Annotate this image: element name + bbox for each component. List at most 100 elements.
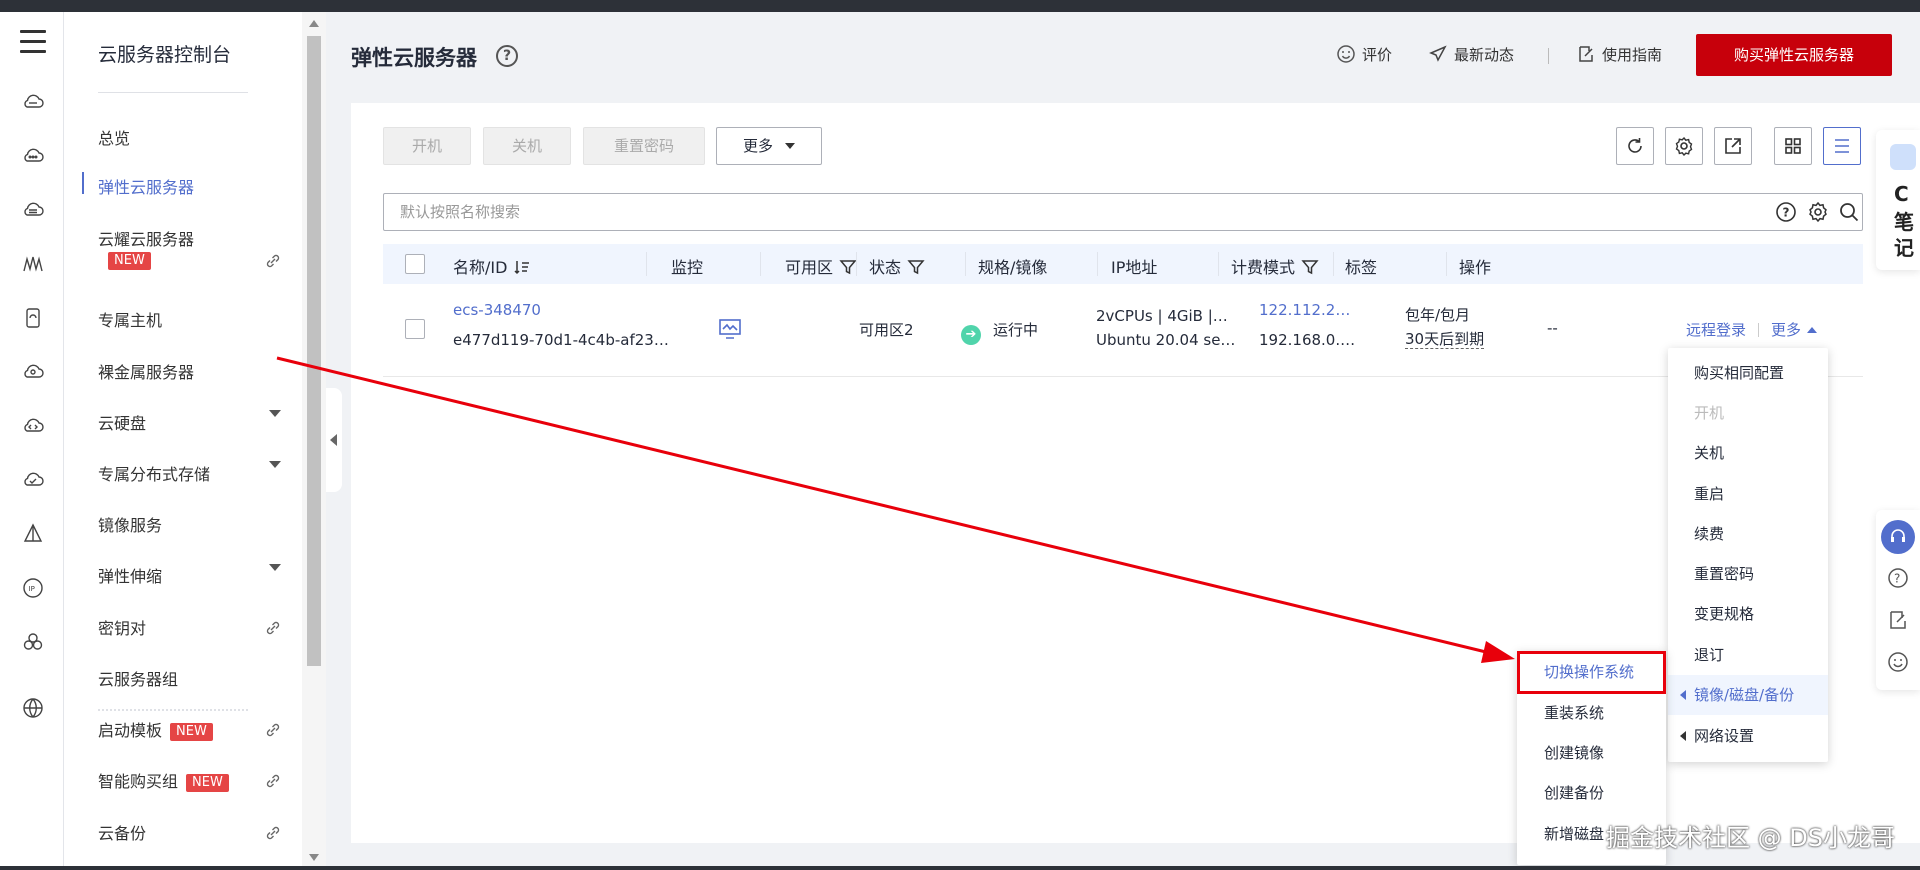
cloud-server-icon[interactable]: [21, 90, 45, 114]
feedback-icon[interactable]: [1886, 608, 1910, 632]
guide-link[interactable]: 使用指南: [1576, 44, 1662, 65]
monitor-icon[interactable]: [718, 318, 742, 340]
cloud-lines-icon[interactable]: [21, 198, 45, 222]
menu-item-unsubscribe[interactable]: 退订: [1668, 635, 1828, 675]
chevron-down-icon[interactable]: [269, 461, 281, 468]
menu-item-buy-same[interactable]: 购买相同配置: [1668, 353, 1828, 393]
column-header-status[interactable]: 状态: [869, 254, 925, 278]
column-divider: [646, 252, 647, 276]
list-view-button[interactable]: [1823, 127, 1861, 165]
operations-cell: 远程登录 更多: [1686, 319, 1818, 340]
remote-login-link[interactable]: 远程登录: [1686, 321, 1746, 339]
sort-icon[interactable]: [513, 258, 531, 276]
search-icon[interactable]: [1838, 201, 1860, 223]
row-checkbox[interactable]: [405, 319, 425, 339]
headset-icon: [1891, 529, 1905, 542]
smile-icon[interactable]: [1886, 650, 1910, 674]
cloud-arrows-icon[interactable]: [21, 414, 45, 438]
customer-service-button[interactable]: [1881, 520, 1915, 554]
external-link-icon[interactable]: [264, 721, 282, 739]
grid-view-button[interactable]: [1774, 127, 1812, 165]
cloud-dots-icon[interactable]: [21, 144, 45, 168]
notes-float-panel[interactable]: C 笔 记: [1876, 130, 1920, 270]
external-link-icon[interactable]: [264, 252, 282, 270]
collapse-nav-button[interactable]: [326, 388, 342, 492]
chevron-down-icon[interactable]: [269, 564, 281, 571]
column-header-zone[interactable]: 可用区: [785, 254, 857, 278]
external-link-icon[interactable]: [264, 619, 282, 637]
filter-icon[interactable]: [839, 258, 857, 276]
storage-icon[interactable]: [21, 306, 45, 330]
globe-icon[interactable]: [21, 696, 45, 720]
private-ip: 192.168.0.…: [1259, 331, 1356, 349]
nav-item-evs[interactable]: 云硬盘: [98, 410, 146, 434]
nav-item-overview[interactable]: 总览: [98, 125, 130, 149]
cloud-check-icon[interactable]: [21, 468, 45, 492]
nav-item-server-group[interactable]: 云服务器组: [98, 666, 178, 690]
filter-icon[interactable]: [907, 258, 925, 276]
export-icon: [1725, 138, 1741, 154]
column-header-name[interactable]: 名称/ID: [453, 254, 531, 278]
menu-item-change-spec[interactable]: 变更规格: [1668, 594, 1828, 634]
buy-ecs-button[interactable]: 购买弹性云服务器: [1696, 34, 1892, 76]
external-link-icon[interactable]: [264, 824, 282, 842]
help-icon[interactable]: ?: [1886, 566, 1910, 590]
cluster-icon[interactable]: [21, 630, 45, 654]
column-divider: [1446, 252, 1447, 276]
start-button[interactable]: 开机: [383, 127, 471, 165]
more-actions-dropdown[interactable]: 更多: [716, 127, 822, 165]
nav-item-bms[interactable]: 裸金属服务器: [98, 359, 194, 383]
search-input[interactable]: 默认按照名称搜索 ?: [383, 193, 1863, 231]
pyramid-icon[interactable]: [21, 522, 45, 546]
scrollbar-thumb[interactable]: [307, 36, 321, 666]
public-ip-link[interactable]: 122.112.2…: [1259, 301, 1350, 319]
menu-item-renew[interactable]: 续费: [1668, 514, 1828, 554]
settings-button[interactable]: [1665, 127, 1703, 165]
notes-char-2: 记: [1894, 236, 1914, 260]
news-link[interactable]: 最新动态: [1428, 44, 1514, 65]
refresh-button[interactable]: [1616, 127, 1654, 165]
svg-text:?: ?: [1894, 572, 1900, 586]
nav-item-ecs[interactable]: 弹性云服务器: [98, 174, 194, 198]
notes-letter: C: [1894, 182, 1909, 206]
scroll-down-icon[interactable]: [309, 854, 319, 861]
help-icon[interactable]: ?: [496, 45, 518, 67]
chevron-down-icon[interactable]: [269, 410, 281, 417]
instance-name-link[interactable]: ecs-348470: [453, 301, 541, 319]
menu-item-network-settings[interactable]: 网络设置: [1668, 716, 1828, 756]
expiry-info[interactable]: 30天后到期: [1405, 328, 1485, 349]
filter-icon[interactable]: [1301, 258, 1319, 276]
nav-item-ims[interactable]: 镜像服务: [98, 512, 162, 536]
nav-item-dss[interactable]: 专属分布式存储: [98, 461, 210, 485]
nav-scrollbar[interactable]: [302, 12, 326, 866]
external-link-icon[interactable]: [264, 772, 282, 790]
menu-item-stop[interactable]: 关机: [1668, 433, 1828, 473]
menu-item-create-backup[interactable]: 创建备份: [1517, 773, 1666, 813]
nav-item-smart-purchase[interactable]: 智能购买组 NEW: [98, 768, 229, 792]
rate-link[interactable]: 评价: [1336, 44, 1392, 65]
export-button[interactable]: [1714, 127, 1752, 165]
gear-icon[interactable]: [1807, 201, 1829, 223]
help-icon[interactable]: ?: [1775, 201, 1797, 223]
menu-item-reset-password[interactable]: 重置密码: [1668, 554, 1828, 594]
nav-item-as[interactable]: 弹性伸缩: [98, 563, 162, 587]
scroll-up-icon[interactable]: [309, 20, 319, 27]
reset-password-button[interactable]: 重置密码: [583, 127, 705, 165]
nav-item-keypair[interactable]: 密钥对: [98, 615, 146, 639]
nav-item-dedicated-host[interactable]: 专属主机: [98, 307, 162, 331]
column-header-billing[interactable]: 计费模式: [1231, 254, 1319, 278]
stop-button[interactable]: 关机: [483, 127, 571, 165]
row-more-link[interactable]: 更多: [1771, 321, 1818, 339]
menu-item-reinstall-os[interactable]: 重装系统: [1517, 693, 1666, 733]
menu-item-restart[interactable]: 重启: [1668, 474, 1828, 514]
nav-item-launch-template[interactable]: 启动模板 NEW: [98, 717, 213, 741]
ip-icon[interactable]: IP: [21, 576, 45, 600]
cloud-ring-icon[interactable]: [21, 360, 45, 384]
nav-item-cbr[interactable]: 云备份: [98, 820, 146, 844]
menu-item-image-disk-backup[interactable]: 镜像/磁盘/备份: [1668, 675, 1828, 715]
menu-item-create-image[interactable]: 创建镜像: [1517, 733, 1666, 773]
menu-icon[interactable]: [20, 30, 46, 60]
select-all-checkbox[interactable]: [405, 254, 425, 274]
network-icon[interactable]: [21, 252, 45, 276]
nav-item-flexus[interactable]: 云耀云服务器 NEW: [98, 226, 194, 270]
